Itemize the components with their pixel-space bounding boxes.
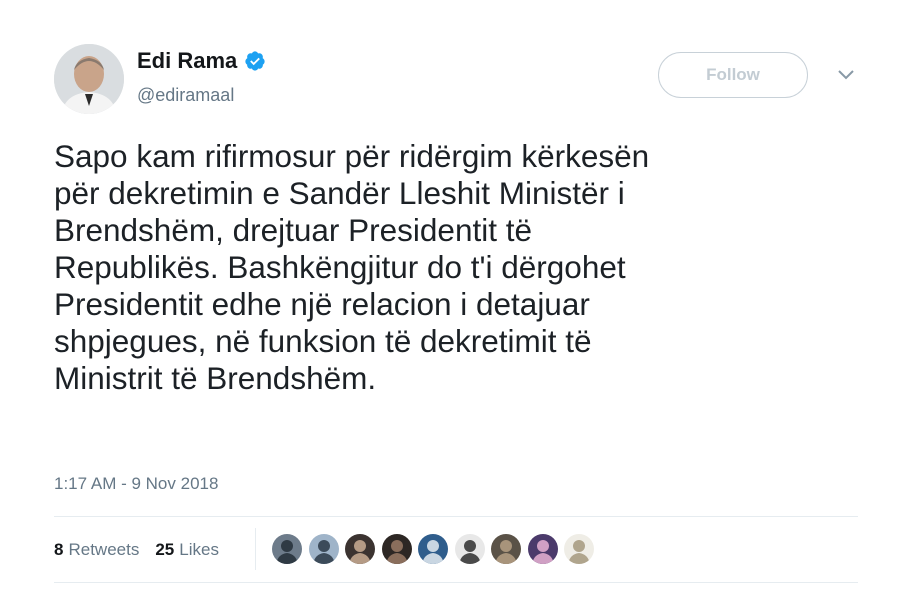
stats-divider (255, 528, 256, 570)
liker-avatar[interactable] (343, 532, 377, 566)
liker-avatar[interactable] (525, 532, 560, 566)
tweet-card: Edi Rama @ediramaal Follow Sapo kam rifi… (0, 0, 900, 598)
likes-label: Likes (179, 540, 219, 559)
liker-avatar[interactable] (270, 532, 304, 566)
tweet-timestamp[interactable]: 1:17 AM - 9 Nov 2018 (54, 474, 218, 494)
verified-badge-icon (244, 50, 266, 72)
tweet-stats: 8 Retweets 25 Likes (54, 540, 235, 560)
liker-avatar[interactable] (379, 532, 414, 566)
chevron-down-icon[interactable] (836, 68, 856, 82)
liker-avatars (270, 532, 599, 566)
author-name-row[interactable]: Edi Rama (137, 48, 266, 74)
likes-count: 25 (155, 540, 175, 559)
author-handle[interactable]: @ediramaal (137, 84, 234, 106)
follow-button[interactable]: Follow (658, 52, 808, 98)
divider (54, 516, 858, 517)
likes-stat[interactable]: 25 Likes (155, 540, 219, 560)
liker-avatar[interactable] (489, 532, 523, 566)
retweets-label: Retweets (68, 540, 140, 559)
divider (54, 582, 858, 583)
liker-avatar[interactable] (306, 532, 341, 566)
author-avatar[interactable] (54, 44, 124, 114)
tweet-text: Sapo kam rifirmosur për ridërgim kërkesë… (54, 138, 650, 396)
author-display-name[interactable]: Edi Rama (137, 48, 237, 74)
liker-avatar[interactable] (452, 532, 487, 566)
liker-avatar[interactable] (416, 532, 450, 566)
retweets-stat[interactable]: 8 Retweets (54, 540, 139, 560)
retweets-count: 8 (54, 540, 64, 559)
liker-avatar[interactable] (562, 532, 596, 566)
